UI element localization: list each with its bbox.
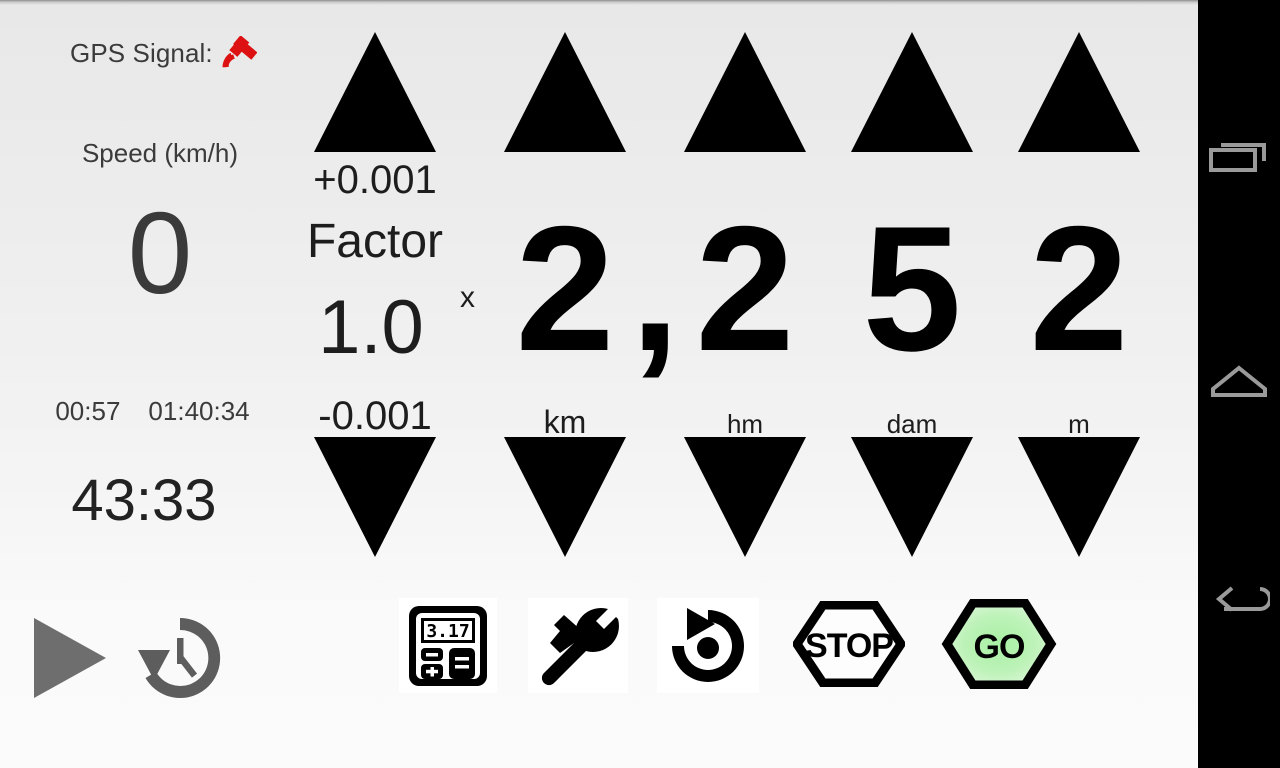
gps-signal-row: GPS Signal:: [70, 36, 257, 70]
factor-decrement-label[interactable]: -0.001: [300, 394, 450, 439]
nav-back-button[interactable]: [1198, 558, 1280, 648]
gps-signal-label: GPS Signal:: [70, 37, 213, 68]
top-shadow-divider: [0, 0, 1198, 5]
history-button[interactable]: [128, 610, 232, 710]
play-button[interactable]: [25, 610, 115, 710]
go-label: GO: [974, 628, 1025, 666]
stop-label: STOP: [805, 627, 893, 665]
nav-home-button[interactable]: [1198, 338, 1280, 428]
factor-title: Factor: [306, 215, 444, 268]
digit-2-increment-arrow[interactable]: [851, 32, 973, 152]
reset-button[interactable]: [657, 598, 759, 693]
odometer-digit-m[interactable]: 2: [1009, 200, 1149, 378]
hammer-wrench-icon: [528, 598, 628, 693]
app-surface: GPS Signal: Speed (km/h) 0 00:57 01:40:3…: [0, 0, 1198, 768]
unit-label-m: m: [1068, 409, 1090, 439]
android-navigation-bar: [1198, 0, 1280, 768]
odometer-digit-hm[interactable]: 2: [675, 200, 815, 378]
timers-row: 00:57 01:40:34: [0, 396, 305, 427]
digit-3-increment-arrow[interactable]: [1018, 32, 1140, 152]
factor-increment-label[interactable]: +0.001: [300, 158, 450, 203]
factor-increment-arrow[interactable]: [314, 32, 436, 152]
digit-1-decrement-arrow[interactable]: [684, 437, 806, 557]
lap-timer: 00:57: [55, 396, 121, 426]
bottom-toolbar: 3.17 STOP GO: [0, 580, 1198, 768]
back-icon: [1208, 579, 1272, 628]
tools-button[interactable]: [528, 598, 628, 693]
unit-label-km: km: [543, 404, 587, 440]
calculator-display: 3.17: [426, 621, 469, 642]
digit-1-increment-arrow[interactable]: [684, 32, 806, 152]
digit-2-decrement-arrow[interactable]: [851, 437, 973, 557]
digit-0-increment-arrow[interactable]: [504, 32, 626, 152]
unit-label-dam: dam: [886, 409, 938, 439]
digit-3-decrement-arrow[interactable]: [1018, 437, 1140, 557]
odometer-digit-km[interactable]: 2: [495, 200, 635, 378]
main-timer: 43:33: [71, 468, 217, 533]
calculator-icon: 3.17: [399, 598, 497, 693]
nav-recents-button[interactable]: [1198, 115, 1280, 205]
history-clock-icon: [130, 608, 230, 713]
play-icon: [28, 610, 112, 711]
recents-icon: [1208, 134, 1270, 187]
go-button[interactable]: GO: [940, 598, 1058, 694]
unit-label-hm: hm: [726, 409, 764, 439]
calculator-button[interactable]: 3.17: [399, 598, 497, 693]
factor-multiplier-symbol: x: [460, 281, 475, 314]
go-hexagon-icon: GO: [941, 598, 1057, 694]
speed-label: Speed (km/h): [81, 138, 239, 168]
home-icon: [1208, 363, 1270, 404]
factor-decrement-arrow[interactable]: [314, 437, 436, 557]
reset-rotate-icon: [657, 598, 759, 693]
stop-button[interactable]: STOP: [790, 600, 908, 692]
screen-root: GPS Signal: Speed (km/h) 0 00:57 01:40:3…: [0, 0, 1280, 768]
stop-hexagon-icon: STOP: [791, 600, 907, 692]
satellite-icon: [221, 36, 257, 70]
digit-0-decrement-arrow[interactable]: [504, 437, 626, 557]
total-timer: 01:40:34: [148, 396, 250, 426]
speed-value: 0: [127, 188, 193, 318]
factor-value[interactable]: 1.0: [296, 290, 446, 366]
odometer-digit-dam[interactable]: 5: [842, 200, 982, 378]
